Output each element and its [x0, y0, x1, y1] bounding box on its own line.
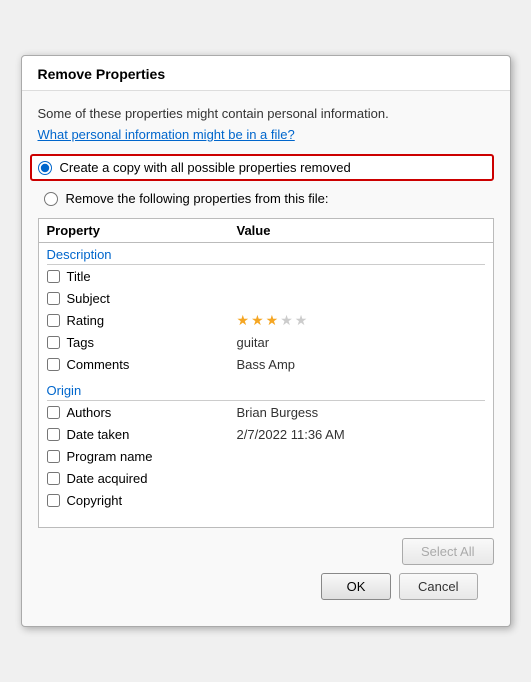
prop-value-comments: Bass Amp [237, 357, 485, 372]
title-bar: Remove Properties [22, 56, 510, 91]
table-row[interactable]: Date acquired [39, 467, 493, 489]
radio-copy-label: Create a copy with all possible properti… [60, 160, 351, 175]
prop-name-authors: Authors [67, 405, 237, 420]
check-date-acquired[interactable] [47, 472, 67, 485]
star-4: ★ [280, 312, 293, 329]
table-row[interactable]: Rating ★ ★ ★ ★ ★ [39, 309, 493, 331]
prop-value-tags: guitar [237, 335, 485, 350]
table-row[interactable]: Copyright [39, 489, 493, 511]
checkbox-copyright[interactable] [47, 494, 60, 507]
star-3: ★ [266, 312, 279, 329]
check-subject[interactable] [47, 292, 67, 305]
table-row[interactable]: Authors Brian Burgess [39, 401, 493, 423]
section-description: Description [39, 243, 493, 264]
dialog-title: Remove Properties [38, 66, 166, 82]
checkbox-date-acquired[interactable] [47, 472, 60, 485]
check-tags[interactable] [47, 336, 67, 349]
radio-copy-input[interactable] [38, 161, 52, 175]
prop-name-title: Title [67, 269, 237, 284]
check-rating[interactable] [47, 314, 67, 327]
checkbox-authors[interactable] [47, 406, 60, 419]
check-program-name[interactable] [47, 450, 67, 463]
radio-copy-option[interactable]: Create a copy with all possible properti… [30, 154, 494, 181]
checkbox-rating[interactable] [47, 314, 60, 327]
button-row: OK Cancel [38, 569, 494, 614]
cancel-button[interactable]: Cancel [399, 573, 477, 600]
table-row[interactable]: Title [39, 265, 493, 287]
table-header: Property Value [39, 219, 493, 243]
property-table-wrapper: Property Value Description Title Subject [38, 218, 494, 528]
check-copyright[interactable] [47, 494, 67, 507]
prop-name-comments: Comments [67, 357, 237, 372]
prop-name-copyright: Copyright [67, 493, 237, 508]
radio-remove-label: Remove the following properties from thi… [66, 191, 329, 206]
checkbox-program-name[interactable] [47, 450, 60, 463]
radio-remove-option[interactable]: Remove the following properties from thi… [38, 187, 494, 210]
ok-button[interactable]: OK [321, 573, 391, 600]
prop-name-program-name: Program name [67, 449, 237, 464]
info-text: Some of these properties might contain p… [38, 105, 494, 123]
prop-value-rating: ★ ★ ★ ★ ★ [237, 312, 485, 329]
remove-properties-dialog: Remove Properties Some of these properti… [21, 55, 511, 627]
select-all-button[interactable]: Select All [402, 538, 493, 565]
rating-stars: ★ ★ ★ ★ ★ [237, 312, 485, 329]
prop-name-date-acquired: Date acquired [67, 471, 237, 486]
prop-value-date-taken: 2/7/2022 11:36 AM [237, 427, 485, 442]
select-all-area: Select All [38, 538, 494, 569]
property-table[interactable]: Property Value Description Title Subject [38, 218, 494, 528]
checkbox-tags[interactable] [47, 336, 60, 349]
checkbox-date-taken[interactable] [47, 428, 60, 441]
prop-name-tags: Tags [67, 335, 237, 350]
col-value-header: Value [237, 223, 485, 238]
prop-name-subject: Subject [67, 291, 237, 306]
star-5: ★ [295, 312, 308, 329]
prop-name-rating: Rating [67, 313, 237, 328]
radio-remove-input[interactable] [44, 192, 58, 206]
star-1: ★ [237, 312, 250, 329]
table-row[interactable]: Tags guitar [39, 331, 493, 353]
dialog-body: Some of these properties might contain p… [22, 91, 510, 626]
col-property-header: Property [47, 223, 237, 238]
checkbox-comments[interactable] [47, 358, 60, 371]
check-date-taken[interactable] [47, 428, 67, 441]
prop-name-date-taken: Date taken [67, 427, 237, 442]
section-origin: Origin [39, 379, 493, 400]
personal-info-link[interactable]: What personal information might be in a … [38, 127, 295, 142]
table-row[interactable]: Comments Bass Amp [39, 353, 493, 375]
table-row[interactable]: Date taken 2/7/2022 11:36 AM [39, 423, 493, 445]
prop-value-authors: Brian Burgess [237, 405, 485, 420]
table-row[interactable]: Subject [39, 287, 493, 309]
check-authors[interactable] [47, 406, 67, 419]
check-title[interactable] [47, 270, 67, 283]
checkbox-subject[interactable] [47, 292, 60, 305]
check-comments[interactable] [47, 358, 67, 371]
table-row[interactable]: Program name [39, 445, 493, 467]
star-2: ★ [251, 312, 264, 329]
checkbox-title[interactable] [47, 270, 60, 283]
